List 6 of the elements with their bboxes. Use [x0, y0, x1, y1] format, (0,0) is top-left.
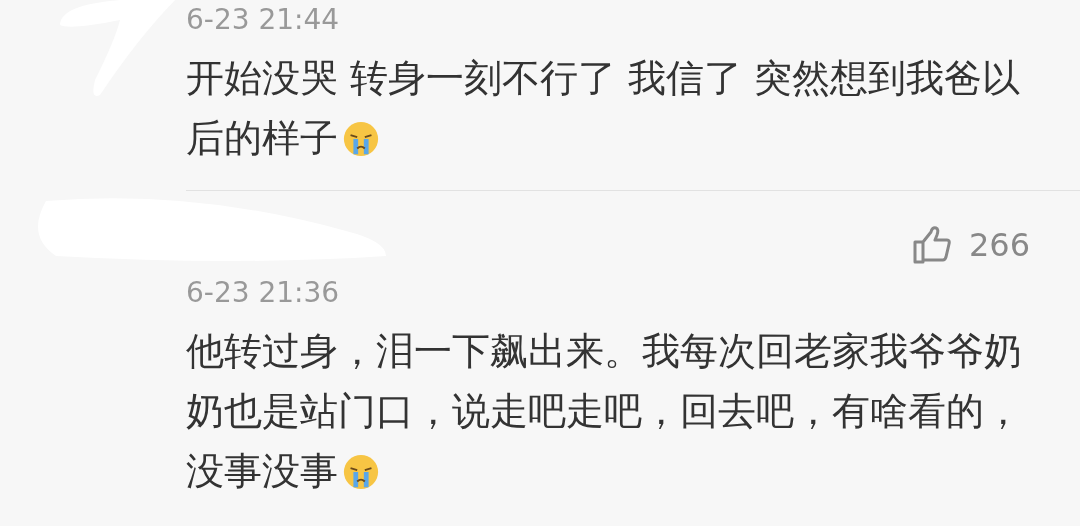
comment-text: 开始没哭 转身一刻不行了 我信了 突然想到我爸以后的样子 — [186, 55, 1022, 162]
comment-time: 6-23 21:44 — [186, 2, 341, 38]
comment-text: 他转过身，泪一下飙出来。我每次回老家我爷爷奶奶也是站门口，说走吧走吧，回去吧，有啥看的，没事没事 — [186, 328, 1022, 495]
like-count: 266 — [968, 225, 1030, 266]
comment-time: 6-23 21:36 — [186, 275, 341, 311]
thumbs-up-icon[interactable] — [912, 226, 953, 264]
